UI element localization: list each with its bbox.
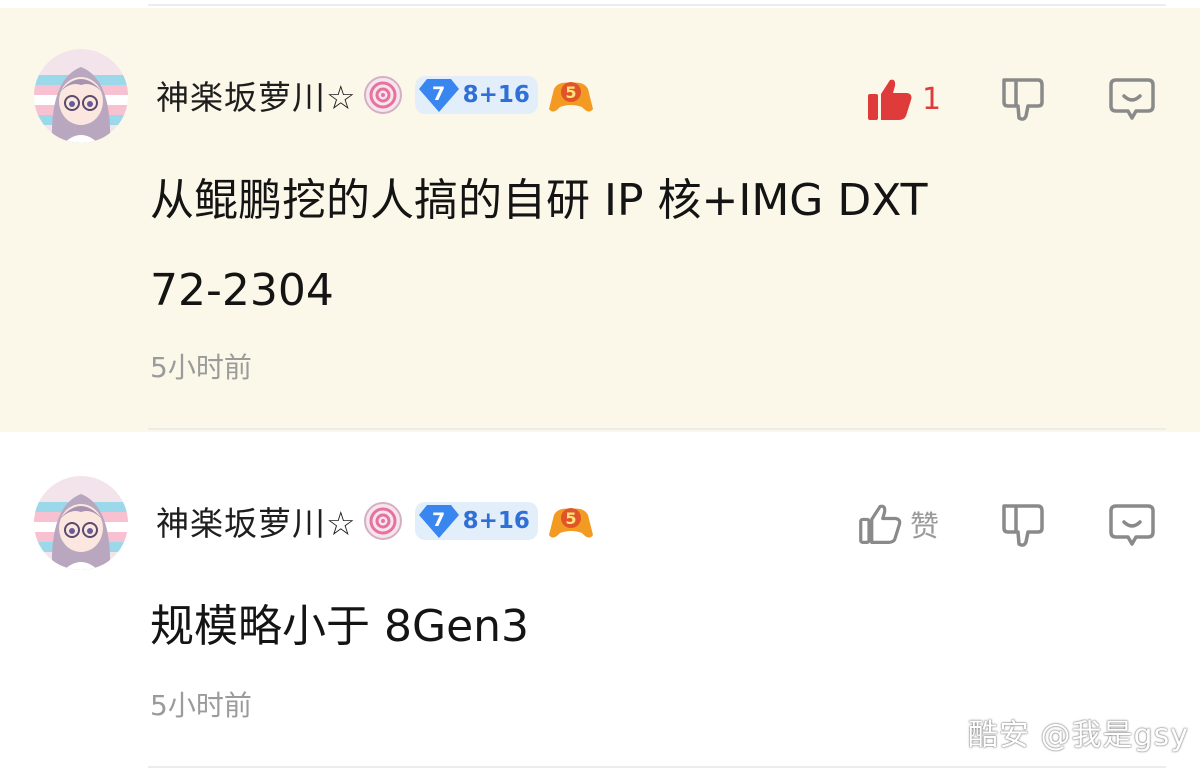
thumbs-up-icon	[859, 504, 902, 544]
reply-bubble-icon[interactable]	[1108, 502, 1156, 548]
comment-content: 从鲲鹏挖的人搞的自研 IP 核+IMG DXT 72-2304	[150, 156, 928, 336]
user-info-row: 神楽坂萝川☆ 7 8+16 5	[156, 70, 594, 120]
avatar-icon[interactable]	[34, 476, 128, 570]
badge-number: 5	[565, 83, 576, 102]
level-text: 8+16	[462, 508, 530, 534]
level-number: 7	[431, 83, 446, 105]
comment-item: 神楽坂萝川☆ 7 8+16 5 1 从鲲鹏挖的人搞的自研 IP 核+IMG DX…	[0, 8, 1200, 432]
top-divider	[148, 4, 1166, 6]
diamond-level-icon: 7	[417, 76, 461, 114]
comment-content: 规模略小于 8Gen3	[150, 582, 529, 672]
badge-number: 5	[565, 509, 576, 528]
comment-time: 5小时前	[150, 351, 252, 384]
avatar-icon[interactable]	[34, 49, 128, 143]
watermark-text: 酷安 @我是gsy	[968, 718, 1189, 753]
comment-line: 规模略小于 8Gen3	[150, 601, 530, 652]
gamepad-badge-icon: 5	[548, 82, 593, 112]
username[interactable]: 神楽坂萝川☆	[156, 71, 357, 119]
diamond-level-icon: 7	[417, 502, 461, 540]
comment-line: 72-2304	[150, 265, 334, 316]
like-button[interactable]: 1	[866, 76, 941, 122]
level-number: 7	[431, 509, 446, 531]
candy-swirl-icon	[363, 502, 402, 540]
gamepad-badge-icon: 5	[548, 508, 593, 538]
like-button[interactable]: 赞	[858, 502, 939, 546]
level-badge: 7 8+16	[414, 76, 538, 114]
comment-time: 5小时前	[150, 689, 252, 722]
comment-line: 从鲲鹏挖的人搞的自研 IP 核+IMG DXT	[150, 175, 928, 226]
level-badge: 7 8+16	[414, 502, 538, 540]
comment-divider	[148, 428, 1166, 430]
thumbs-up-icon	[868, 79, 912, 120]
thumbs-down-icon[interactable]	[998, 76, 1046, 122]
reply-bubble-icon[interactable]	[1108, 76, 1156, 122]
level-text: 8+16	[462, 82, 530, 108]
comment-divider	[148, 766, 1166, 768]
user-info-row: 神楽坂萝川☆ 7 8+16 5	[156, 496, 594, 546]
username[interactable]: 神楽坂萝川☆	[156, 497, 357, 545]
thumbs-down-icon[interactable]	[998, 502, 1046, 548]
like-label: 赞	[910, 509, 940, 543]
candy-swirl-icon	[363, 76, 402, 114]
like-count: 1	[922, 81, 942, 117]
